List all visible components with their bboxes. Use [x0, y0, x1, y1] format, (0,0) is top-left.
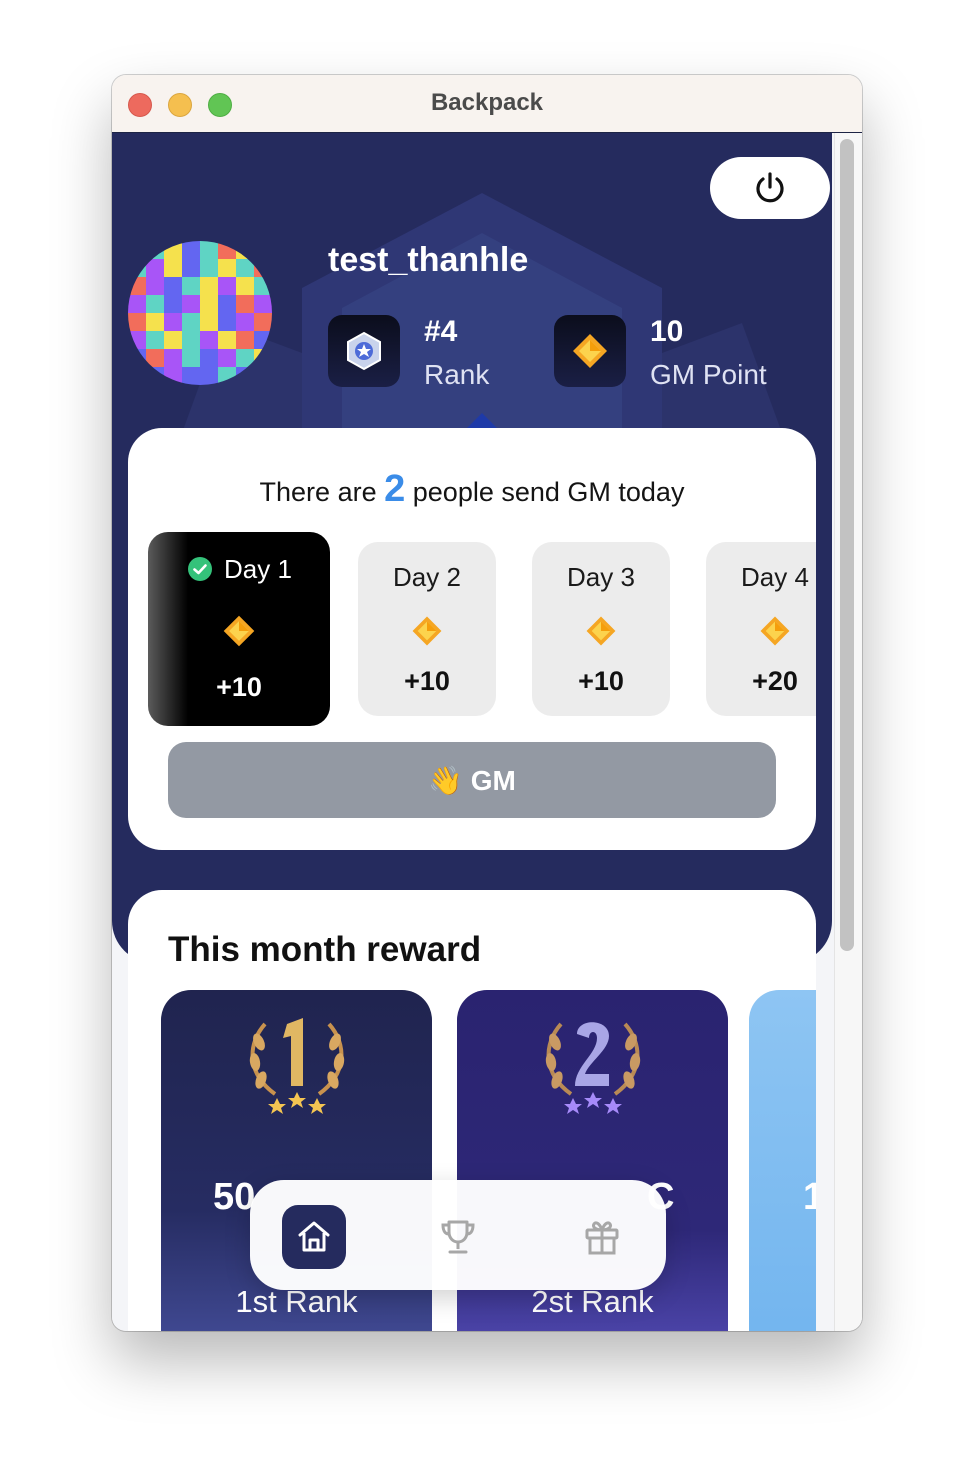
day-reward: +10: [578, 666, 624, 696]
avatar-pixel: [182, 331, 200, 349]
avatar-pixel: [182, 349, 200, 367]
scrollbar-thumb[interactable]: [840, 139, 854, 951]
avatar-pixel: [200, 313, 218, 331]
gm-point-value: 10: [650, 315, 684, 348]
avatar-pixel: [182, 295, 200, 313]
avatar-pixel: [200, 349, 218, 367]
gem-icon: [223, 615, 255, 647]
rank-badge-icon: [347, 331, 381, 371]
avatar-pixel: [218, 349, 236, 367]
avatar[interactable]: [128, 241, 272, 385]
day-label: Day 3: [567, 562, 635, 592]
title-bar: Backpack: [112, 75, 862, 133]
avatar-pixel: [182, 241, 200, 259]
avatar-pixel: [200, 259, 218, 277]
reward-title: This month reward: [168, 930, 482, 969]
avatar-pixel: [200, 277, 218, 295]
avatar-pixel: [200, 331, 218, 349]
window-title: Backpack: [430, 89, 544, 116]
avatar-pixel: [146, 295, 164, 313]
avatar-pixel: [182, 259, 200, 277]
avatar-pixel: [218, 313, 236, 331]
avatar-pixel: [254, 295, 272, 313]
day-card-3[interactable]: Day 3 +10: [532, 542, 670, 716]
avatar-pixel: [236, 313, 254, 331]
day-card-2[interactable]: Day 2 +10: [358, 542, 496, 716]
avatar-pixel: [164, 277, 182, 295]
day-reward: +20: [752, 666, 798, 696]
avatar-pixel: [218, 295, 236, 313]
reward-amount: 1: [803, 1176, 816, 1218]
second-place-laurel-icon: [545, 1022, 641, 1114]
day-card-1[interactable]: Day 1 +10: [148, 532, 330, 726]
gm-button[interactable]: 👋 GM: [168, 742, 776, 818]
avatar-pixel: [182, 277, 200, 295]
app-window: Backpack test_thanhle #4 Rank 10 GM Poin…: [112, 75, 862, 1331]
avatar-pixel: [254, 313, 272, 331]
rank-value: #4: [424, 315, 458, 348]
home-icon: [298, 1221, 330, 1252]
day-label: Day 4: [741, 562, 809, 592]
gift-icon: [585, 1221, 619, 1255]
day-card-4[interactable]: Day 4 +20: [706, 542, 816, 716]
nav-home[interactable]: [282, 1205, 346, 1269]
days-strip[interactable]: Day 1 +10 Day 2 +10 Day 3 +10 Day 4 +20: [128, 428, 816, 728]
first-place-laurel-icon: [249, 1018, 345, 1114]
avatar-pixel: [236, 259, 254, 277]
power-button[interactable]: [710, 157, 830, 219]
reward-amount: 50: [213, 1176, 256, 1218]
avatar-pixel: [128, 277, 146, 295]
avatar-pixel: [218, 331, 236, 349]
avatar-pixel: [146, 313, 164, 331]
avatar-pixel: [128, 331, 146, 349]
gm-point-label: GM Point: [650, 359, 767, 390]
rank-badge: [328, 315, 400, 387]
day-label: Day 2: [393, 562, 461, 592]
nav-rewards[interactable]: [570, 1205, 634, 1269]
gm-card: There are 2 people send GM today Day 1 +…: [128, 428, 816, 850]
avatar-pixel: [236, 331, 254, 349]
power-icon: [756, 172, 784, 203]
reward-card-3[interactable]: 1: [749, 990, 816, 1331]
gm-point-badge: [554, 315, 626, 387]
avatar-pixel: [200, 241, 218, 259]
avatar-pixel: [200, 367, 218, 385]
avatar-pixel: [128, 295, 146, 313]
day-label: Day 1: [224, 554, 292, 584]
rank-label: Rank: [424, 359, 490, 390]
avatar-pixel: [236, 295, 254, 313]
trophy-icon: [441, 1220, 475, 1254]
avatar-pixel: [146, 331, 164, 349]
avatar-pixel: [218, 259, 236, 277]
avatar-pixel: [182, 367, 200, 385]
avatar-pixel: [200, 295, 218, 313]
avatar-pixel: [146, 277, 164, 295]
avatar-pixel: [164, 331, 182, 349]
gem-icon: [586, 616, 616, 646]
avatar-pixel: [236, 277, 254, 295]
avatar-pixel: [146, 349, 164, 367]
avatar-pixel: [164, 259, 182, 277]
gem-icon: [760, 616, 790, 646]
avatar-pixel: [164, 313, 182, 331]
avatar-pixel: [218, 277, 236, 295]
gem-icon: [573, 334, 607, 368]
day-reward: +10: [404, 666, 450, 696]
day-reward: +10: [216, 672, 262, 702]
avatar-pixel: [182, 313, 200, 331]
bottom-navigation: [250, 1180, 666, 1290]
gem-icon: [412, 616, 442, 646]
username: test_thanhle: [328, 241, 529, 279]
avatar-pixel: [128, 313, 146, 331]
app-content: test_thanhle #4 Rank 10 GM Point There a…: [112, 133, 862, 1331]
nav-leaderboard[interactable]: [426, 1205, 490, 1269]
avatar-pixel: [164, 349, 182, 367]
avatar-pixel: [146, 259, 164, 277]
avatar-pixel: [164, 295, 182, 313]
